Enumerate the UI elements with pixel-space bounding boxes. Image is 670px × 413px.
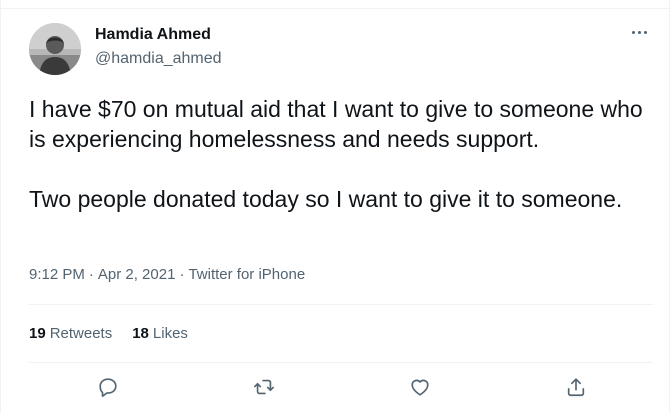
top-divider: [1, 8, 669, 9]
tweet-source-link[interactable]: Twitter for iPhone: [188, 266, 305, 283]
action-bar: [1, 372, 670, 402]
more-options-button[interactable]: [625, 22, 653, 42]
more-horizontal-icon: [643, 30, 647, 34]
tweet-paragraph: I have $70 on mutual aid that I want to …: [29, 96, 643, 152]
share-button[interactable]: [561, 372, 591, 402]
likes-label: Likes: [152, 325, 188, 342]
tweet-time: 9:12 PM: [29, 266, 85, 283]
display-name[interactable]: Hamdia Ahmed: [95, 26, 211, 44]
retweet-button[interactable]: [249, 372, 279, 402]
avatar[interactable]: [29, 23, 81, 75]
tweet-card: Hamdia Ahmed @hamdia_ahmed I have $70 on…: [0, 0, 670, 413]
like-icon: [411, 379, 429, 396]
avatar-image: [29, 23, 81, 75]
tweet-text: I have $70 on mutual aid that I want to …: [29, 94, 649, 214]
separator: ·: [88, 266, 94, 283]
user-handle[interactable]: @hamdia_ahmed: [95, 50, 222, 68]
more-horizontal-icon: [637, 30, 641, 34]
tweet-time-link[interactable]: 9:12 PM · Apr 2, 2021: [29, 266, 175, 283]
more-horizontal-icon: [631, 30, 635, 34]
reply-button[interactable]: [93, 372, 123, 402]
retweets-label: Retweets: [49, 325, 113, 342]
retweets-stat[interactable]: 19 Retweets: [29, 325, 112, 342]
separator: ·: [179, 266, 185, 283]
tweet-stats: 19 Retweets 18 Likes: [29, 325, 188, 342]
retweets-count: 19: [29, 325, 46, 342]
likes-stat[interactable]: 18 Likes: [132, 325, 188, 342]
tweet-date: Apr 2, 2021: [97, 266, 176, 283]
like-button[interactable]: [405, 372, 435, 402]
likes-count: 18: [132, 325, 149, 342]
reply-icon: [99, 378, 117, 397]
tweet-paragraph: Two people donated today so I want to gi…: [29, 186, 623, 212]
tweet-meta: 9:12 PM · Apr 2, 2021 · Twitter for iPhone: [29, 266, 305, 283]
divider: [29, 362, 653, 363]
share-icon: [567, 378, 585, 397]
retweet-icon: [254, 379, 274, 395]
divider: [29, 304, 653, 305]
